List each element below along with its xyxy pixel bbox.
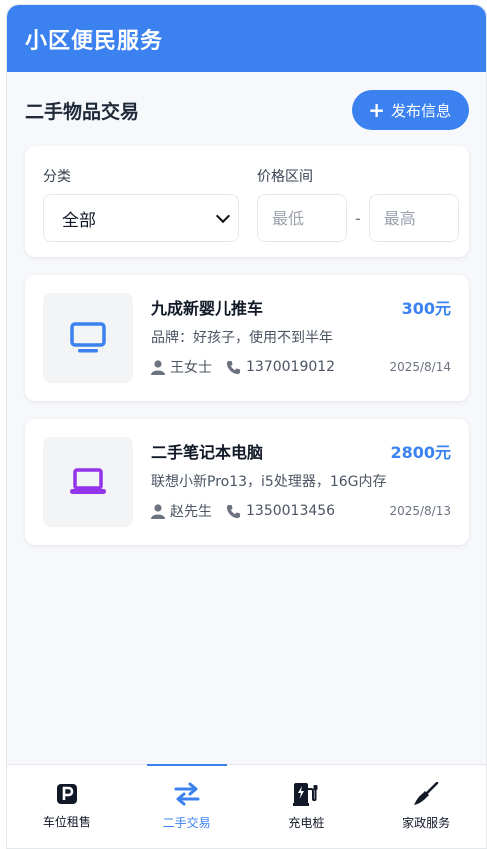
monitor-icon xyxy=(70,322,106,353)
contact-name: 王女士 xyxy=(170,360,212,376)
item-title: 九成新婴儿推车 xyxy=(151,299,264,318)
list-item[interactable]: 二手笔记本电脑 2800元 联想小新Pro13，i5处理器，16G内存 赵先生 xyxy=(25,419,469,545)
nav-item-charging[interactable]: 充电桩 xyxy=(247,765,367,848)
min-price-input[interactable] xyxy=(257,194,347,242)
category-label: 分类 xyxy=(43,169,71,185)
item-price: 300元 xyxy=(401,299,451,318)
section-title: 二手物品交易 xyxy=(25,100,140,123)
price-separator: - xyxy=(355,208,361,228)
phone-icon xyxy=(226,504,241,518)
bottom-nav: 车位租售 二手交易 充电桩 家政服务 xyxy=(7,764,486,848)
max-price-input[interactable] xyxy=(368,194,459,242)
nav-label: 二手交易 xyxy=(162,816,211,830)
category-value: 全部 xyxy=(62,210,96,231)
top-bar: 小区便民服务 xyxy=(7,5,486,72)
item-date: 2025/8/14 xyxy=(389,360,451,374)
item-title: 二手笔记本电脑 xyxy=(151,443,264,462)
category-select[interactable]: 全部 xyxy=(43,194,239,242)
filter-panel: 分类 全部 价格区间 - xyxy=(25,146,469,257)
plus-icon: + xyxy=(368,98,385,122)
user-icon xyxy=(151,359,165,375)
app-title: 小区便民服务 xyxy=(25,28,164,54)
item-thumbnail xyxy=(43,293,133,383)
charging-station-icon xyxy=(293,783,318,806)
app-window: 小区便民服务 二手物品交易 + 发布信息 分类 全部 价格区间 - xyxy=(6,4,487,849)
laptop-icon xyxy=(70,468,106,494)
section-header: 二手物品交易 + 发布信息 xyxy=(7,90,486,130)
price-range-label: 价格区间 xyxy=(257,169,313,185)
chevron-down-icon xyxy=(215,208,231,223)
exchange-icon xyxy=(174,782,200,806)
item-description: 联想小新Pro13，i5处理器，16G内存 xyxy=(151,474,387,490)
nav-label: 家政服务 xyxy=(402,816,451,830)
publish-button-label: 发布信息 xyxy=(390,101,451,120)
nav-item-parking[interactable]: 车位租售 xyxy=(7,765,127,848)
item-date: 2025/8/13 xyxy=(389,504,451,518)
contact-phone[interactable]: 1370019012 xyxy=(246,359,335,375)
item-price: 2800元 xyxy=(390,443,451,462)
user-icon xyxy=(151,503,165,519)
item-description: 品牌：好孩子，使用不到半年 xyxy=(151,330,333,346)
publish-button[interactable]: + 发布信息 xyxy=(352,90,469,130)
contact-name: 赵先生 xyxy=(170,504,212,520)
list-item[interactable]: 九成新婴儿推车 300元 品牌：好孩子，使用不到半年 王女士 137001901… xyxy=(25,275,469,401)
parking-icon xyxy=(56,784,77,804)
nav-label: 充电桩 xyxy=(288,816,325,830)
item-thumbnail xyxy=(43,437,133,527)
phone-icon xyxy=(226,360,241,374)
nav-item-housekeeping[interactable]: 家政服务 xyxy=(366,765,486,848)
nav-label: 车位租售 xyxy=(42,815,91,829)
broom-icon xyxy=(414,782,439,805)
nav-item-secondhand[interactable]: 二手交易 xyxy=(127,764,247,848)
contact-phone[interactable]: 1350013456 xyxy=(246,503,335,519)
